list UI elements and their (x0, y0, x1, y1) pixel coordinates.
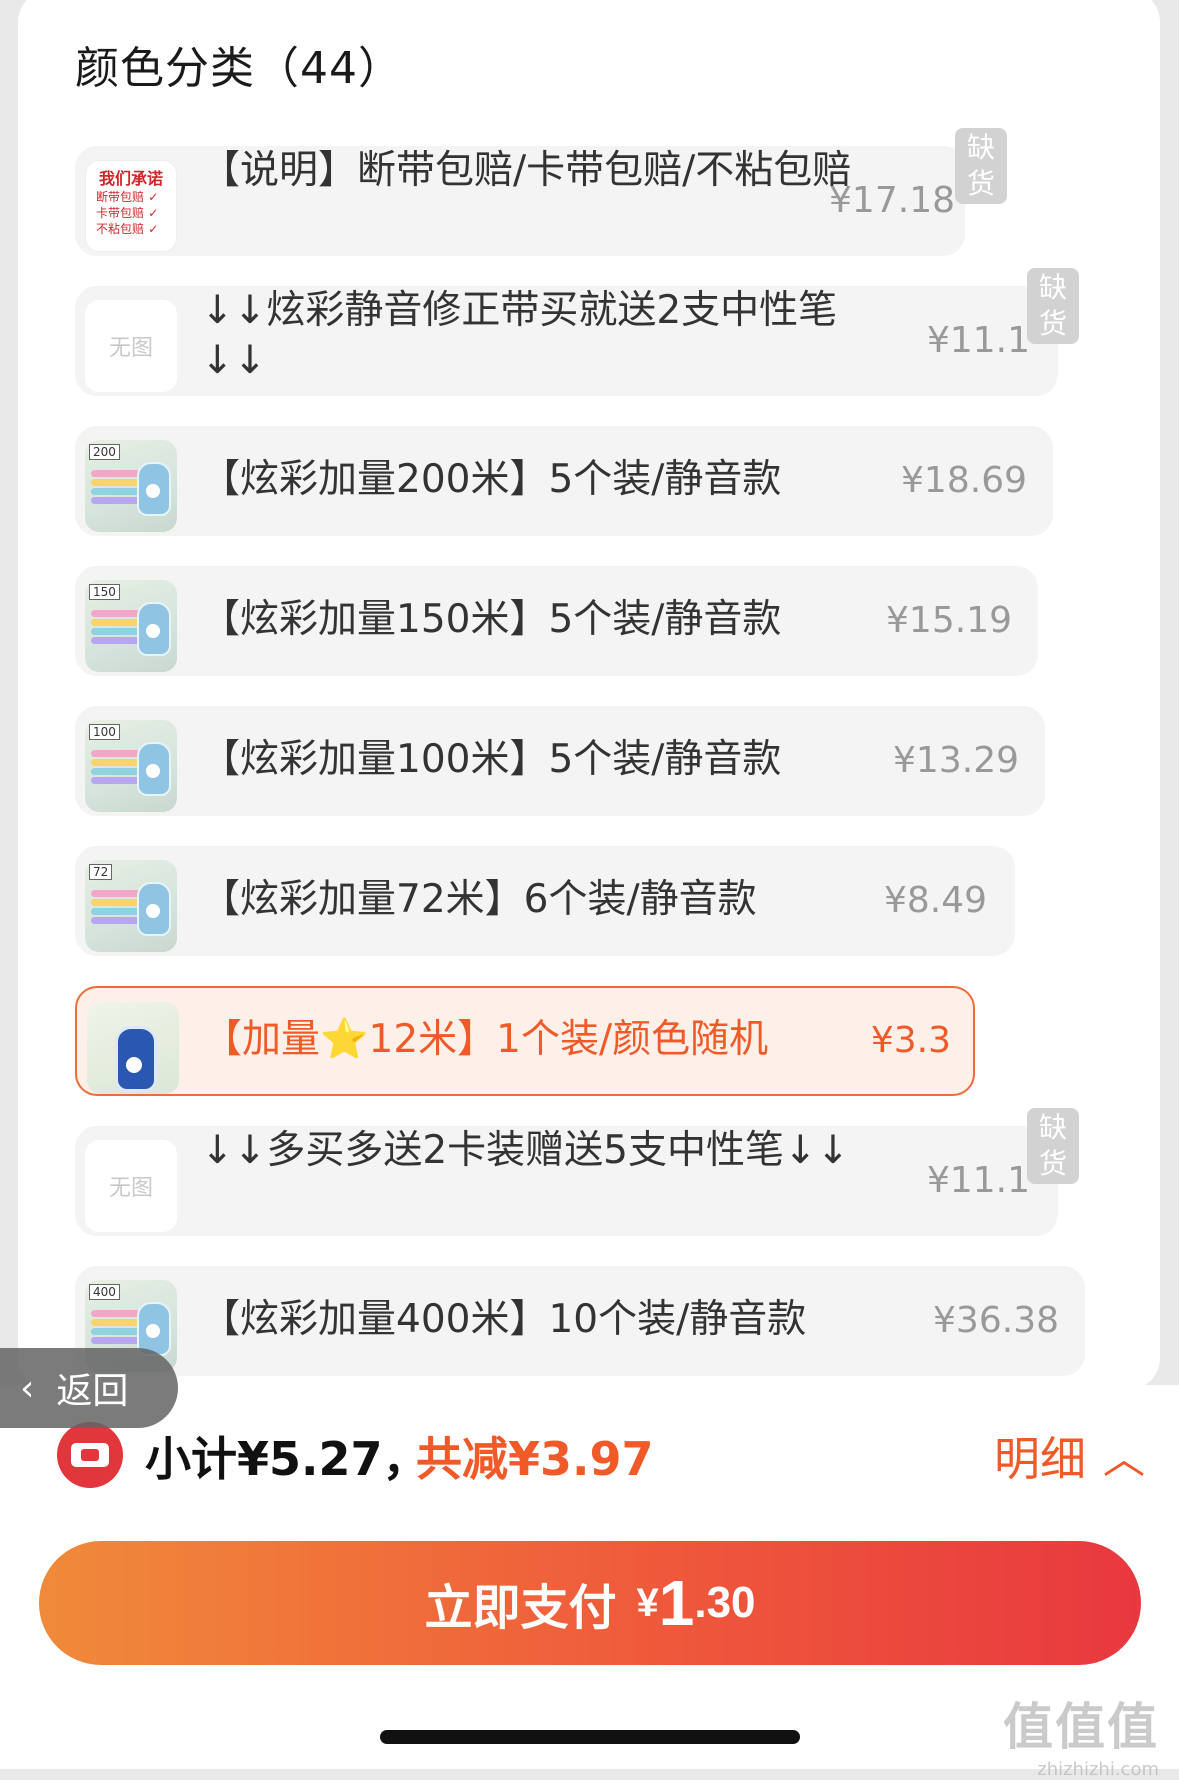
sku-name: 【说明】断带包赔/卡带包赔/不粘包赔 (201, 148, 852, 193)
no-image-thumbnail: 无图 (85, 300, 177, 392)
product-thumbnail: 150 (85, 580, 177, 672)
sku-option[interactable]: 无图 ↓↓多买多送2卡装赠送5支中性笔↓↓ ¥11.1 缺货 (75, 1108, 1079, 1236)
pay-amount-decimal: .30 (694, 1578, 756, 1627)
watermark-url: zhizhizhi.com (1037, 1759, 1159, 1780)
out-of-stock-badge: 缺货 (1026, 1108, 1079, 1184)
thumb-length-tag: 200 (89, 444, 120, 460)
thumb-length-tag: 100 (89, 724, 120, 740)
sku-option[interactable]: 150 【炫彩加量150米】5个装/静音款 ¥15.19 (75, 566, 1038, 676)
sku-name: 【炫彩加量100米】5个装/静音款 (201, 737, 782, 782)
sku-option[interactable]: 72 【炫彩加量72米】6个装/静音款 ¥8.49 (75, 846, 1015, 956)
sku-price: ¥17.18 (829, 180, 955, 221)
sku-price: ¥15.19 (886, 600, 1012, 641)
sku-sheet: 颜色分类（44） 我们承诺 断带包赔 卡带包赔 不粘包赔 【说明】断带包赔/卡带… (18, 0, 1160, 1390)
product-thumbnail: 72 (85, 860, 177, 952)
sku-price: ¥3.3 (870, 1020, 951, 1061)
thumb-length-tag: 150 (89, 584, 120, 600)
product-thumbnail: 100 (85, 720, 177, 812)
sku-price: ¥11.1 (926, 1160, 1030, 1201)
subtotal-text: 小计¥5.27， (145, 1432, 429, 1486)
sku-name: 【炫彩加量200米】5个装/静音款 (201, 457, 782, 502)
corrector-dispenser-graphic (137, 602, 171, 656)
sku-price: ¥13.29 (893, 740, 1019, 781)
out-of-stock-badge: 缺货 (954, 128, 1007, 204)
sku-option[interactable]: 200 【炫彩加量200米】5个装/静音款 ¥18.69 (75, 426, 1053, 536)
sku-name: 【炫彩加量150米】5个装/静音款 (201, 597, 782, 642)
back-label: 返回 (56, 1371, 129, 1412)
promise-title: 我们承诺 (98, 169, 163, 188)
product-thumbnail: 200 (85, 440, 177, 532)
no-image-thumbnail: 无图 (85, 1140, 177, 1232)
coupon-icon (57, 1422, 123, 1488)
sku-option[interactable]: 无图 ↓↓炫彩静音修正带买就送2支中性笔↓↓ ¥11.1 缺货 (75, 268, 1079, 396)
watermark: 值值值 zhizhizhi.com (1003, 1687, 1159, 1780)
sku-name: ↓↓炫彩静音修正带买就送2支中性笔↓↓ (201, 288, 838, 383)
section-title: 颜色分类（44） (75, 43, 403, 94)
out-of-stock-badge: 缺货 (1026, 268, 1079, 344)
sku-option[interactable]: 400 【炫彩加量400米】10个装/静音款 ¥36.38 (75, 1266, 1085, 1376)
promise-line: 卡带包赔 (86, 205, 176, 221)
sku-name: ↓↓多买多送2卡装赠送5支中性笔↓↓ (201, 1128, 850, 1173)
home-indicator (380, 1730, 800, 1744)
chevron-left-icon: ‹ (20, 1367, 35, 1409)
promise-line: 不粘包赔 (86, 221, 176, 237)
promise-thumbnail: 我们承诺 断带包赔 卡带包赔 不粘包赔 (85, 160, 177, 252)
sku-price: ¥8.49 (883, 880, 987, 921)
pay-currency: ¥ (636, 1580, 659, 1625)
sku-option[interactable]: 100 【炫彩加量100米】5个装/静音款 ¥13.29 (75, 706, 1045, 816)
pay-label: 立即支付 (424, 1582, 617, 1635)
tape-rolls-graphic (91, 890, 141, 932)
chevron-up-icon[interactable]: ︿ (1103, 1425, 1145, 1486)
thumb-length-tag: 72 (89, 864, 113, 880)
sku-name: 【炫彩加量72米】6个装/静音款 (201, 877, 757, 922)
checkout-bar: 小计¥5.27， 共减¥3.97 明细 ︿ 立即支付 ¥ 1 .30 值值值 z… (0, 1385, 1179, 1780)
sku-price: ¥18.69 (901, 460, 1027, 501)
pay-now-button[interactable]: 立即支付 ¥ 1 .30 (39, 1541, 1141, 1665)
sku-name: 【加量⭐12米】1个装/颜色随机 (203, 1017, 769, 1062)
thumb-length-tag: 400 (89, 1284, 120, 1300)
product-thumbnail (87, 1002, 179, 1094)
sku-name: 【炫彩加量400米】10个装/静音款 (201, 1297, 807, 1342)
sku-option-selected[interactable]: 【加量⭐12米】1个装/颜色随机 ¥3.3 (75, 986, 975, 1096)
promise-line: 断带包赔 (86, 189, 176, 205)
back-button[interactable]: ‹ 返回 (0, 1348, 178, 1428)
tape-rolls-graphic (91, 610, 141, 652)
pay-amount-integer: 1 (658, 1567, 695, 1639)
detail-button[interactable]: 明细 (994, 1423, 1086, 1489)
corrector-dispenser-graphic (137, 742, 171, 796)
tape-rolls-graphic (91, 750, 141, 792)
tape-rolls-graphic (91, 470, 141, 512)
sku-price: ¥36.38 (933, 1300, 1059, 1341)
sku-option[interactable]: 我们承诺 断带包赔 卡带包赔 不粘包赔 【说明】断带包赔/卡带包赔/不粘包赔 ¥… (75, 128, 1007, 256)
sku-price: ¥11.1 (926, 320, 1030, 361)
watermark-logo: 值值值 (1003, 1698, 1159, 1756)
corrector-dispenser-graphic (137, 462, 171, 516)
discount-text: 共减¥3.97 (416, 1432, 654, 1486)
corrector-dispenser-graphic (115, 1026, 157, 1092)
corrector-dispenser-graphic (137, 882, 171, 936)
tape-rolls-graphic (91, 1310, 141, 1352)
